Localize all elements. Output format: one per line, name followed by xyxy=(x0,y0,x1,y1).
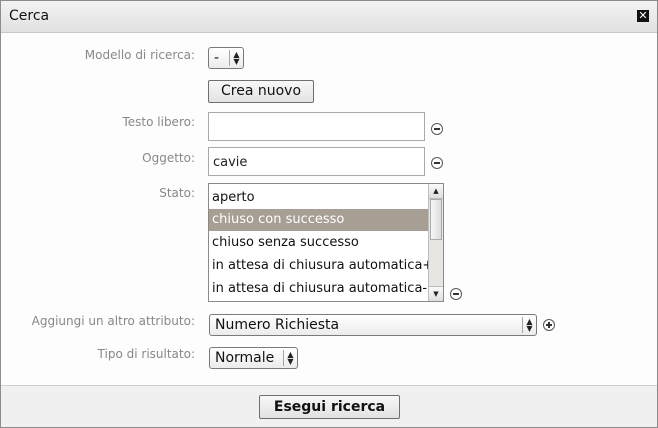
free-text-label: Testo libero: xyxy=(122,115,195,129)
select-arrows-icon: ▲ ▼ xyxy=(229,50,243,66)
status-scrollbar[interactable]: ▲ ▼ xyxy=(428,184,443,301)
dialog-titlebar: Cerca ✕ xyxy=(1,1,657,33)
dialog-title: Cerca xyxy=(9,8,50,24)
scroll-down-icon[interactable]: ▼ xyxy=(429,286,443,301)
remove-free-text-icon[interactable] xyxy=(431,123,443,135)
search-dialog: Cerca ✕ Modello di ricerca: - ▲ ▼ Crea nu… xyxy=(0,0,658,428)
free-text-input[interactable] xyxy=(208,112,425,141)
run-search-button[interactable]: Esegui ricerca xyxy=(259,395,400,419)
result-type-label: Tipo di risultato: xyxy=(97,347,195,361)
search-model-select[interactable]: - ▲ ▼ xyxy=(208,47,244,69)
add-attribute-value: Numero Richiesta xyxy=(215,317,340,333)
select-arrows-icon: ▲ ▼ xyxy=(283,350,297,366)
result-type-select[interactable]: Normale ▲ ▼ xyxy=(209,347,298,369)
add-attribute-select[interactable]: Numero Richiesta ▲ ▼ xyxy=(209,314,537,336)
list-item[interactable]: in attesa di chiusura automatica+ xyxy=(209,255,428,277)
close-icon[interactable]: ✕ xyxy=(637,10,649,22)
search-model-label: Modello di ricerca: xyxy=(84,48,195,62)
list-item[interactable]: chiuso senza successo xyxy=(209,232,428,254)
status-label: Stato: xyxy=(159,186,195,200)
scroll-up-icon[interactable]: ▲ xyxy=(429,184,443,199)
select-arrows-icon: ▲ ▼ xyxy=(522,317,536,333)
list-item[interactable]: aperto xyxy=(209,187,428,209)
remove-status-icon[interactable] xyxy=(450,288,462,300)
result-type-value: Normale xyxy=(215,350,275,366)
add-attribute-icon[interactable] xyxy=(543,319,555,331)
list-item[interactable]: in attesa di chiusura automatica- xyxy=(209,278,428,300)
subject-input[interactable]: cavie xyxy=(208,147,425,176)
list-item-selected[interactable]: chiuso con successo xyxy=(209,209,428,231)
add-attribute-label: Aggiungi un altro attributo: xyxy=(31,314,195,328)
search-model-value: - xyxy=(214,50,220,66)
subject-label: Oggetto: xyxy=(142,151,195,165)
search-form: Modello di ricerca: - ▲ ▼ Crea nuovo Test… xyxy=(1,33,657,385)
scroll-thumb[interactable] xyxy=(430,199,442,240)
create-new-button[interactable]: Crea nuovo xyxy=(208,80,314,103)
dialog-footer: Esegui ricerca xyxy=(1,385,657,427)
remove-subject-icon[interactable] xyxy=(431,157,443,169)
status-listbox[interactable]: aperto chiuso con successo chiuso senza … xyxy=(208,183,444,302)
